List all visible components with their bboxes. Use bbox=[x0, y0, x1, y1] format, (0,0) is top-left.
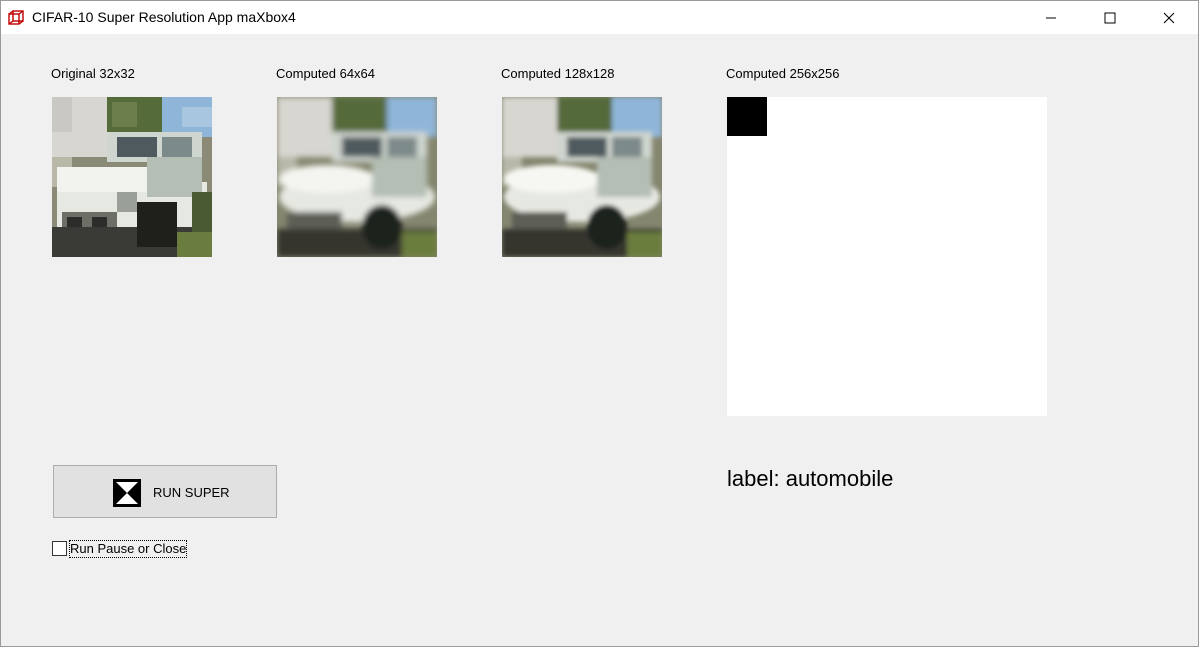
caption-computed-256: Computed 256x256 bbox=[726, 66, 840, 81]
maximize-button[interactable] bbox=[1081, 1, 1139, 34]
caption-computed-64: Computed 64x64 bbox=[276, 66, 376, 81]
close-button[interactable] bbox=[1140, 1, 1198, 34]
minimize-icon bbox=[1046, 17, 1056, 18]
image-computed-256 bbox=[727, 97, 1047, 416]
run-pause-checkbox[interactable] bbox=[52, 541, 67, 556]
image-original-32 bbox=[52, 97, 212, 257]
window-title: CIFAR-10 Super Resolution App maXbox4 bbox=[32, 9, 296, 25]
caption-computed-128: Computed 128x128 bbox=[501, 66, 615, 81]
minimize-button[interactable] bbox=[1022, 1, 1080, 34]
render-progress-block bbox=[727, 97, 767, 136]
caption-original-32: Original 32x32 bbox=[51, 66, 135, 81]
app-window: CIFAR-10 Super Resolution App maXbox4 Or… bbox=[0, 0, 1199, 647]
image-computed-128 bbox=[502, 97, 662, 257]
title-bar[interactable]: CIFAR-10 Super Resolution App maXbox4 bbox=[1, 1, 1198, 34]
image-computed-64 bbox=[277, 97, 437, 257]
classification-label: label: automobile bbox=[727, 466, 894, 491]
run-super-label: RUN SUPER bbox=[153, 485, 230, 500]
close-icon bbox=[1163, 12, 1175, 23]
maximize-icon bbox=[1104, 12, 1116, 23]
x-cross-icon bbox=[113, 479, 141, 507]
app-cube-icon bbox=[8, 10, 24, 25]
run-pause-label[interactable]: Run Pause or Close bbox=[68, 540, 188, 558]
run-super-button[interactable]: RUN SUPER bbox=[53, 465, 277, 518]
